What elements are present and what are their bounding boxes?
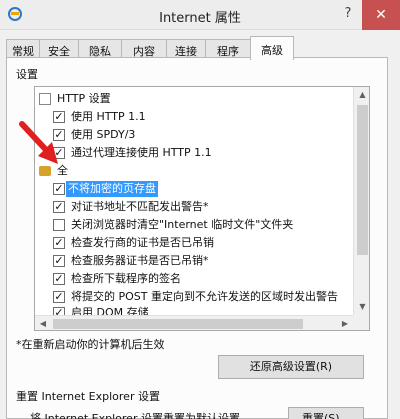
list-item-label: 检查服务器证书是否已吊销* [71, 254, 209, 267]
scroll-up-icon[interactable]: ▲ [354, 87, 369, 103]
scrollbar-corner [353, 315, 369, 330]
tab-strip: 常规 安全 隐私 内容 连接 程序 高级 [6, 36, 396, 60]
tab-advanced[interactable]: 高级 [250, 36, 294, 60]
page-icon [39, 93, 51, 105]
checkbox[interactable]: ✓ [53, 183, 65, 195]
list-item[interactable]: ✓ 使用 HTTP 1.1 [35, 109, 355, 125]
list-item-label: 通过代理连接使用 HTTP 1.1 [71, 146, 212, 159]
checkbox[interactable]: ✓ [53, 273, 65, 285]
checkbox[interactable] [53, 219, 65, 231]
checkbox[interactable]: ✓ [53, 201, 65, 213]
title-bar: Internet 属性 ? ✕ [0, 0, 400, 30]
scroll-thumb[interactable] [357, 105, 368, 255]
list-item-label: 将提交的 POST 重定向到不允许发送的区域时发出警告 [71, 290, 338, 303]
list-item-label: 检查发行商的证书是否已吊销 [71, 236, 214, 249]
restart-note: *在重新启动你的计算机后生效 [16, 338, 165, 351]
lock-icon [39, 166, 51, 176]
tab-general[interactable]: 常规 [6, 39, 40, 59]
restore-advanced-settings-button[interactable]: 还原高级设置(R) [218, 355, 364, 379]
list-item-category-http[interactable]: HTTP 设置 [35, 91, 355, 107]
list-item-label: 使用 HTTP 1.1 [71, 110, 146, 123]
annotation-arrow-icon [19, 121, 58, 164]
reset-group-label: 重置 Internet Explorer 设置 [16, 390, 160, 403]
close-button[interactable]: ✕ [362, 0, 400, 30]
settings-list[interactable]: HTTP 设置 ✓ 使用 HTTP 1.1 ✓ 使用 SPDY/3 ✓ 通过代理… [34, 86, 370, 331]
list-item-label: 使用 SPDY/3 [71, 128, 136, 141]
checkbox[interactable]: ✓ [53, 291, 65, 303]
list-item[interactable]: ✓ 检查服务器证书是否已吊销* [35, 253, 355, 269]
list-item[interactable]: ✓ 检查发行商的证书是否已吊销 [35, 235, 355, 251]
list-item-category-security[interactable]: 全 [35, 163, 355, 179]
settings-group-label: 设置 [16, 68, 38, 81]
scroll-left-icon[interactable]: ◀ [35, 316, 51, 330]
tab-connections[interactable]: 连接 [166, 39, 206, 59]
list-item[interactable]: ✓ 对证书地址不匹配发出警告* [35, 199, 355, 215]
reset-description: 将 Internet Explorer 设置重置为默认设置。 [30, 412, 251, 419]
checkbox[interactable]: ✓ [53, 255, 65, 267]
vertical-scrollbar[interactable]: ▲ ▼ [353, 87, 369, 315]
list-item[interactable]: ✓ 将提交的 POST 重定向到不允许发送的区域时发出警告 [35, 289, 355, 305]
scroll-thumb[interactable] [53, 319, 303, 329]
tab-content[interactable]: 内容 [121, 39, 167, 59]
scroll-right-icon[interactable]: ▶ [337, 316, 353, 330]
list-item-label: 不将加密的页存盘 [66, 181, 158, 197]
horizontal-scrollbar[interactable]: ◀ ▶ [35, 315, 353, 330]
list-item[interactable]: ✓ 检查所下载程序的签名 [35, 271, 355, 287]
help-button[interactable]: ? [340, 6, 356, 21]
list-item-label: HTTP 设置 [57, 92, 111, 105]
checkbox[interactable]: ✓ [53, 237, 65, 249]
list-item-label: 对证书地址不匹配发出警告* [71, 200, 209, 213]
reset-button[interactable]: 重置(S)... [288, 407, 364, 419]
list-item-label: 检查所下载程序的签名 [71, 272, 181, 285]
list-item-selected[interactable]: ✓ 不将加密的页存盘 [35, 181, 355, 197]
list-item[interactable]: ✓ 通过代理连接使用 HTTP 1.1 [35, 145, 355, 161]
list-item-label: 关闭浏览器时清空"Internet 临时文件"文件夹 [71, 218, 294, 231]
tab-privacy[interactable]: 隐私 [78, 39, 122, 59]
scroll-down-icon[interactable]: ▼ [354, 299, 369, 315]
tab-programs[interactable]: 程序 [205, 39, 251, 59]
list-item[interactable]: ✓ 使用 SPDY/3 [35, 127, 355, 143]
list-item[interactable]: 关闭浏览器时清空"Internet 临时文件"文件夹 [35, 217, 355, 233]
tab-security[interactable]: 安全 [39, 39, 79, 59]
